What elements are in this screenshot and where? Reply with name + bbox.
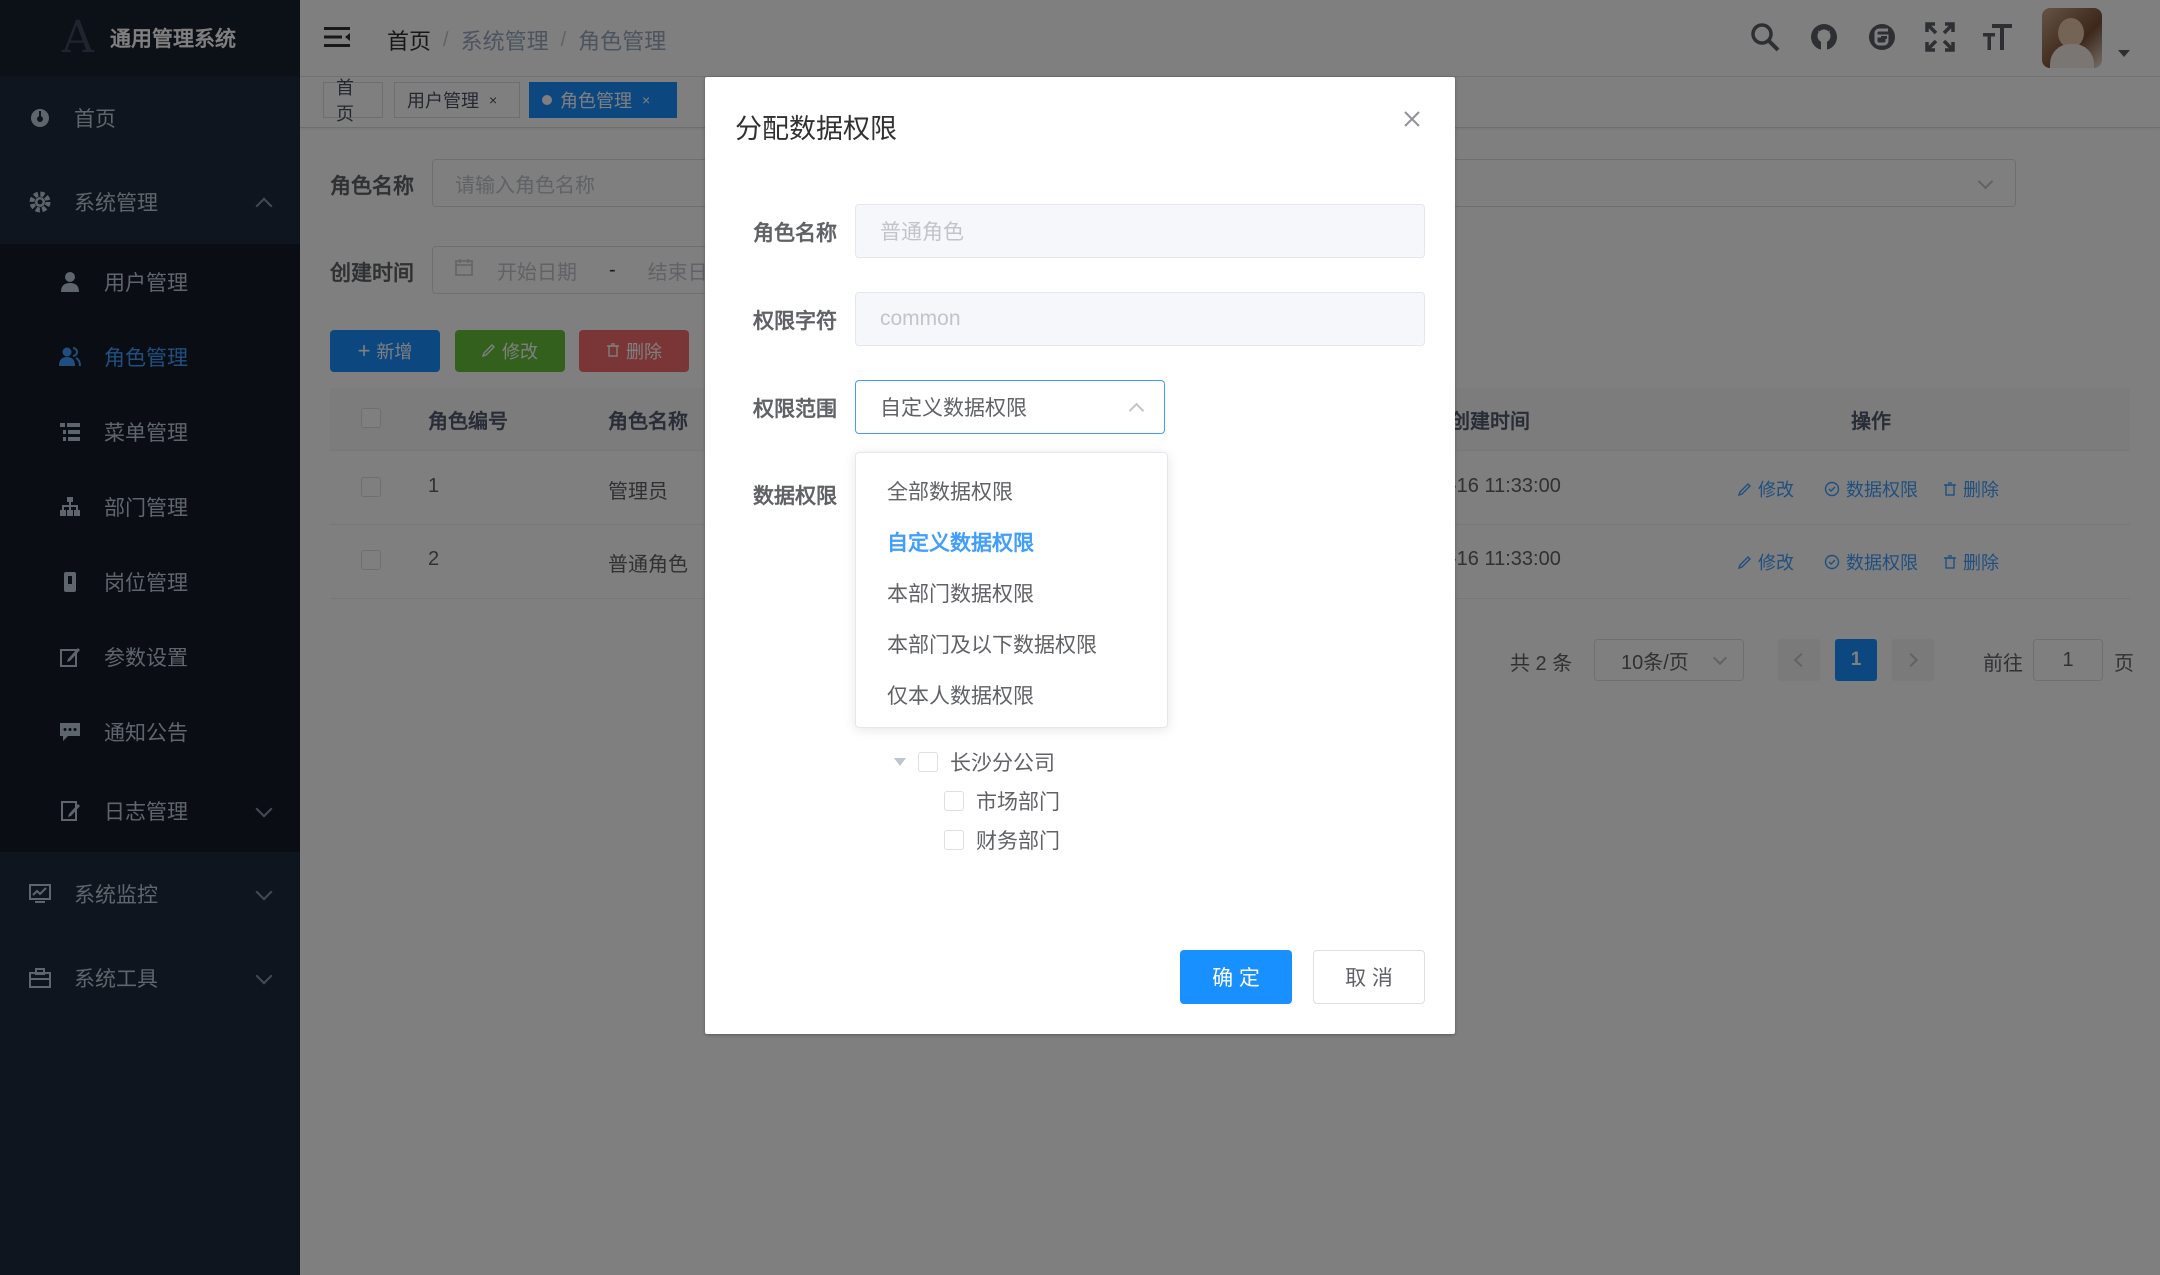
- tree-checkbox[interactable]: [944, 830, 964, 850]
- perm-key-value: common: [880, 307, 961, 330]
- confirm-button[interactable]: 确 定: [1180, 950, 1292, 1004]
- dropdown-option[interactable]: 仅本人数据权限: [887, 680, 1034, 710]
- tree-node[interactable]: 长沙分公司: [894, 747, 1055, 777]
- data-scope-value: 自定义数据权限: [880, 397, 1027, 420]
- tree-node-label: 市场部门: [976, 791, 1060, 814]
- perm-key-field: common: [855, 292, 1425, 346]
- dialog-title: 分配数据权限: [735, 114, 897, 144]
- perm-key-label: 权限字符: [753, 310, 837, 333]
- chevron-up-icon: [1128, 402, 1145, 419]
- role-name-field: 普通角色: [855, 204, 1425, 258]
- tree-node[interactable]: 财务部门: [944, 825, 1060, 855]
- role-name-value: 普通角色: [880, 221, 964, 244]
- tree-checkbox[interactable]: [944, 791, 964, 811]
- tree-checkbox[interactable]: [918, 752, 938, 772]
- tree-node[interactable]: 市场部门: [944, 786, 1060, 816]
- data-scope-dropdown: 全部数据权限 自定义数据权限 本部门数据权限 本部门及以下数据权限 仅本人数据权…: [855, 452, 1168, 728]
- dropdown-option[interactable]: 全部数据权限: [887, 476, 1013, 506]
- dropdown-option[interactable]: 本部门数据权限: [887, 578, 1034, 608]
- close-icon[interactable]: [1403, 110, 1421, 133]
- tree-node-label: 长沙分公司: [950, 752, 1055, 775]
- cancel-button[interactable]: 取 消: [1313, 950, 1425, 1004]
- role-name-label: 角色名称: [753, 222, 837, 245]
- caret-down-icon[interactable]: [894, 758, 906, 766]
- data-scope-select[interactable]: 自定义数据权限: [855, 380, 1165, 434]
- tree-node-label: 财务部门: [976, 830, 1060, 853]
- data-perm-label: 数据权限: [753, 485, 837, 508]
- data-scope-label: 权限范围: [753, 398, 837, 421]
- dropdown-option[interactable]: 本部门及以下数据权限: [887, 629, 1097, 659]
- dropdown-option-selected[interactable]: 自定义数据权限: [887, 527, 1034, 557]
